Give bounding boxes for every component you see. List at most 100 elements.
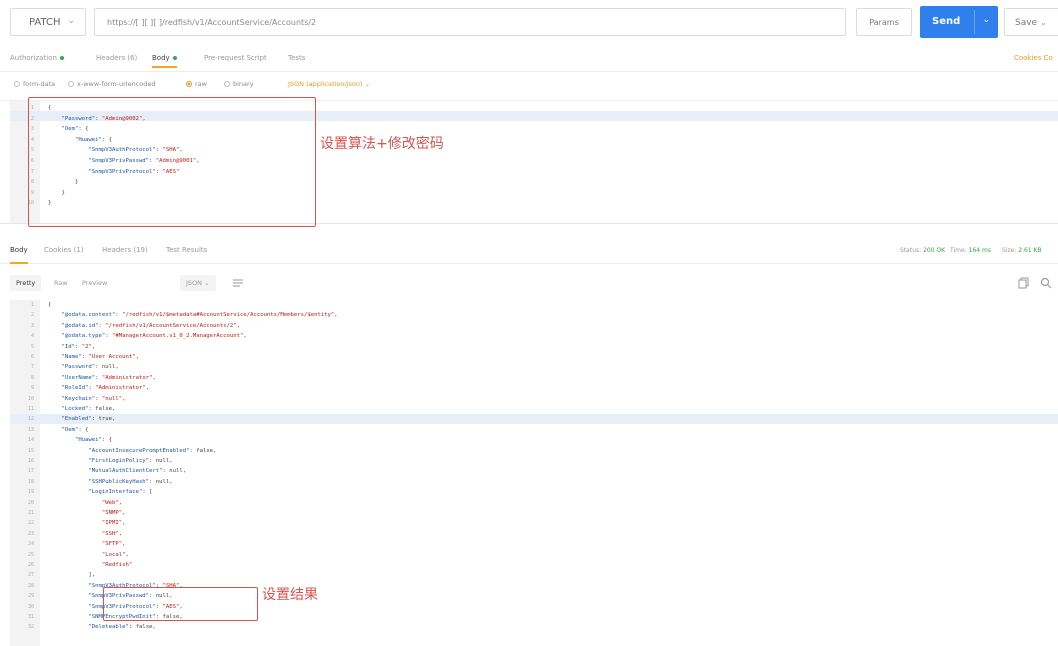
save-label: Save — [1015, 18, 1038, 28]
tab-authorization[interactable]: Authorization — [10, 54, 64, 62]
code-line: "SNMP", — [101, 510, 126, 516]
line-number: 4 — [30, 333, 34, 340]
line-number: 8 — [30, 374, 34, 381]
method-select[interactable]: PATCH ⌄ — [10, 8, 86, 36]
line-number: 3 — [30, 322, 34, 329]
code-line: "Enabled": true, — [61, 416, 116, 423]
line-number: 12 — [27, 416, 34, 423]
chevron-down-icon[interactable]: ⌄ — [983, 15, 990, 24]
radio-icon — [14, 81, 20, 87]
line-number: 24 — [27, 541, 34, 548]
time-readout: Time: 164 ms — [950, 247, 991, 254]
search-icon[interactable] — [1040, 277, 1052, 289]
status-dot — [172, 56, 177, 60]
response-tab-headers[interactable]: Headers (19) — [102, 246, 148, 254]
request-tabs: Authorization Headers (6) Body Pre-reque… — [0, 48, 1058, 72]
annotation-label-result: 设置结果 — [262, 587, 318, 603]
radio-icon — [68, 81, 74, 87]
code-line: "Password": null, — [61, 364, 119, 371]
tab-tests[interactable]: Tests — [288, 54, 305, 62]
code-line: "SSH", — [101, 530, 123, 537]
line-number: 32 — [27, 624, 34, 631]
radio-selected-icon — [186, 81, 192, 87]
status-readout: Status: 200 OK — [900, 247, 946, 254]
tab-prerequest-script[interactable]: Pre-request Script — [204, 54, 267, 62]
code-line: "Locked": false, — [61, 406, 116, 412]
line-number: 28 — [27, 582, 34, 589]
line-number: 18 — [27, 478, 34, 485]
line-number: 9 — [30, 385, 34, 392]
line-number: 5 — [30, 343, 34, 350]
code-line: ], — [48, 572, 96, 579]
view-raw-button[interactable]: Raw — [48, 275, 74, 291]
wrap-lines-icon[interactable] — [232, 277, 244, 289]
save-button[interactable]: Save ⌄ — [1004, 8, 1058, 36]
send-button[interactable]: Send ⌄ — [920, 6, 998, 38]
radio-binary[interactable]: binary — [224, 80, 254, 88]
code-line: "@odata.id": "/redfish/v1/AccountService… — [61, 322, 240, 329]
chevron-down-icon: ⌄ — [1039, 18, 1047, 27]
response-tab-tests[interactable]: Test Results — [166, 246, 207, 254]
line-number: 16 — [27, 458, 34, 464]
line-number: 21 — [27, 510, 34, 516]
line-number: 29 — [27, 593, 34, 600]
params-button[interactable]: Params — [856, 8, 912, 36]
code-line: { — [48, 302, 52, 308]
tab-body[interactable]: Body — [152, 54, 177, 68]
code-line: "MutualAuthClientCert": null, — [88, 468, 187, 475]
line-number: 26 — [27, 562, 34, 568]
view-pretty-button[interactable]: Pretty — [10, 275, 42, 291]
line-number: 15 — [27, 447, 34, 454]
chevron-down-icon: ⌄ — [67, 16, 75, 26]
send-divider — [974, 10, 975, 34]
code-line: "Redfish" — [101, 562, 133, 568]
line-number: 23 — [27, 530, 34, 537]
cookies-code-links[interactable]: Cookies Co — [1014, 54, 1053, 62]
code-line: "Local", — [101, 551, 129, 558]
code-line: "Keychain": "null", — [61, 395, 126, 402]
content-type-select[interactable]: JSON (application/json) ⌄ — [288, 80, 370, 88]
line-number: 1 — [30, 302, 34, 308]
code-line: "Deleteable": false, — [88, 624, 156, 631]
request-bar: PATCH ⌄ https://[ ][ ][ ]/redfish/v1/Acc… — [0, 0, 1058, 44]
code-line: "AccountInsecurePromptEnabled": false, — [88, 447, 217, 454]
annotation-label-request: 设置算法+修改密码 — [320, 136, 444, 152]
tab-headers[interactable]: Headers (6) — [96, 54, 137, 62]
line-number: 2 — [30, 312, 34, 319]
code-line: "Name": "User Account", — [61, 354, 139, 360]
line-number: 11 — [27, 406, 34, 412]
body-type-options: form-data x-www-form-urlencoded raw bina… — [0, 76, 1058, 94]
response-tab-body[interactable]: Body — [10, 246, 28, 264]
annotation-box-request — [28, 97, 316, 227]
line-number: 30 — [27, 603, 34, 610]
radio-raw[interactable]: raw — [186, 80, 207, 88]
line-number: 17 — [27, 468, 34, 475]
format-select[interactable]: JSON ⌄ — [180, 275, 216, 291]
code-line: "IPMI", — [101, 520, 126, 527]
line-number: 7 — [30, 364, 34, 371]
chevron-down-icon: ⌄ — [364, 80, 371, 88]
view-preview-button[interactable]: Preview — [76, 275, 113, 291]
line-number: 25 — [27, 551, 34, 558]
code-line: "RoleId": "Administrator", — [61, 385, 150, 392]
line-number: 13 — [27, 426, 34, 433]
size-readout: Size: 2.61 KB — [1002, 247, 1042, 254]
line-number: 19 — [27, 489, 34, 496]
status-dot — [59, 56, 64, 60]
radio-urlencoded[interactable]: x-www-form-urlencoded — [68, 80, 156, 88]
line-number: 14 — [27, 437, 34, 444]
code-line: "UserName": "Administrator", — [61, 374, 156, 381]
chevron-down-icon: ⌄ — [204, 279, 210, 287]
code-line: "SFTP", — [101, 541, 126, 548]
response-tab-cookies[interactable]: Cookies (1) — [44, 246, 84, 254]
copy-icon[interactable] — [1018, 277, 1030, 289]
line-number: 31 — [27, 614, 34, 620]
response-tabs: Body Cookies (1) Headers (19) Test Resul… — [0, 236, 1058, 264]
line-number: 6 — [30, 354, 34, 360]
line-number: 27 — [27, 572, 34, 579]
code-line: "LoginInterface": [ — [88, 489, 153, 496]
url-input[interactable]: https://[ ][ ][ ]/redfish/v1/AccountServ… — [94, 8, 846, 36]
radio-form-data[interactable]: form-data — [14, 80, 55, 88]
code-line: "FirstLoginPolicy": null, — [88, 458, 173, 464]
radio-icon — [224, 81, 230, 87]
